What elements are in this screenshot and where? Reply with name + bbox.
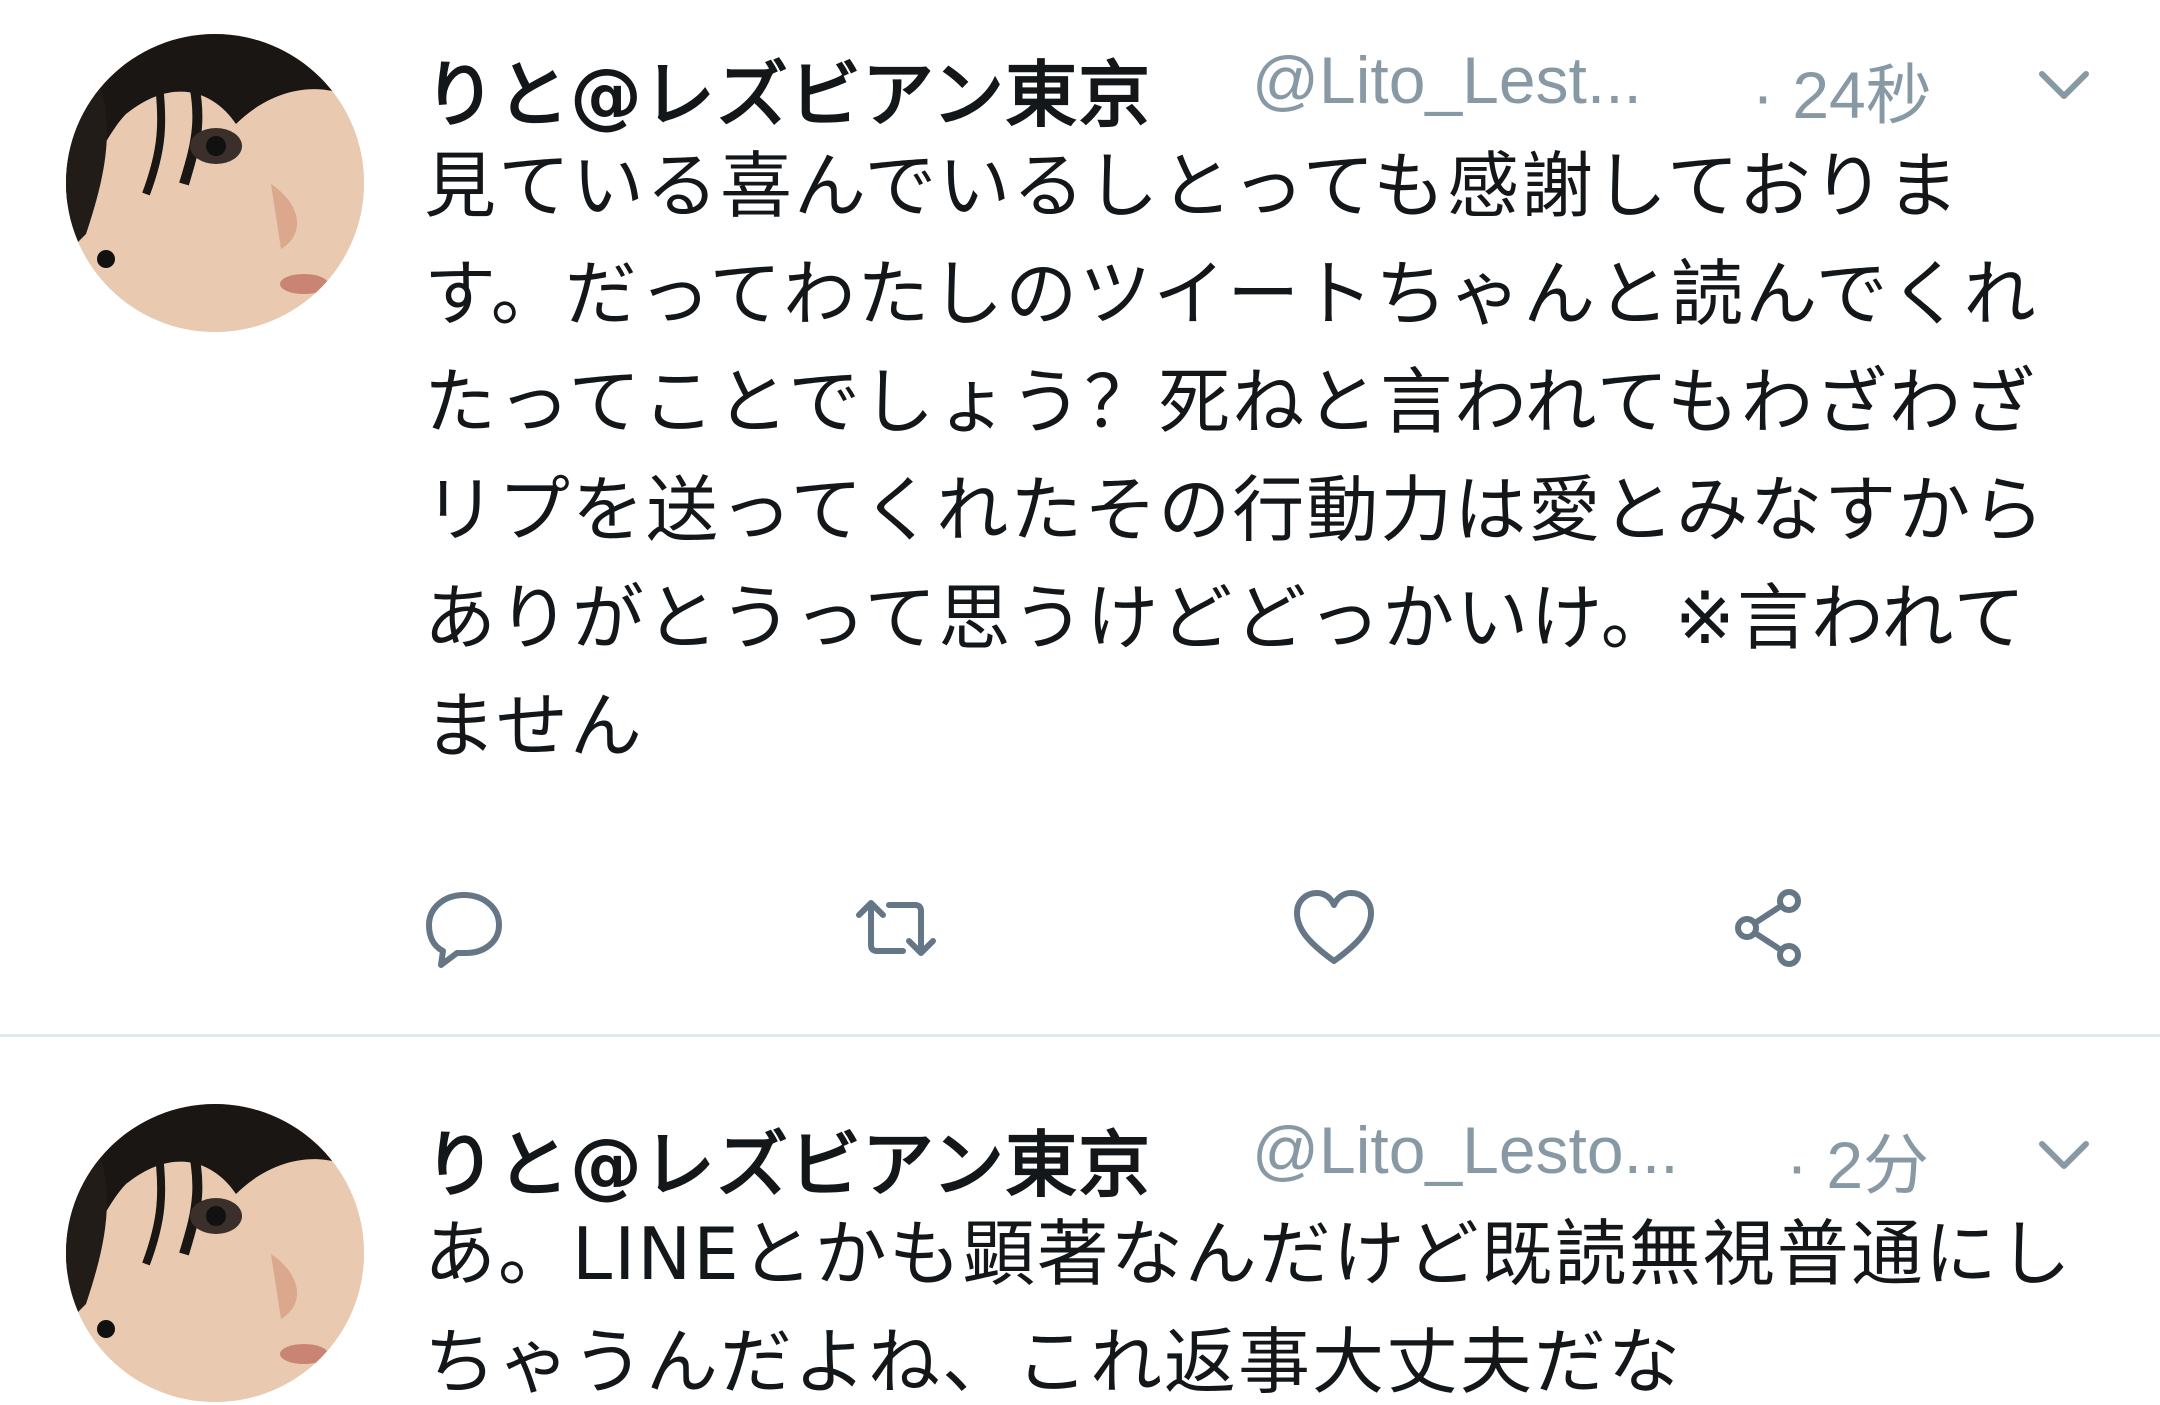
avatar[interactable]: [66, 34, 364, 332]
tweet-text: 見ている喜んでいるしとっても感謝しております。だってわたしのツイートちゃんと読ん…: [424, 144, 2047, 768]
avatar[interactable]: [66, 1104, 364, 1402]
retweet-icon: [856, 900, 936, 956]
reply-button[interactable]: [414, 878, 514, 978]
avatar-image: [66, 1104, 364, 1402]
display-name[interactable]: りと@レズビアン東京: [424, 36, 1151, 141]
heart-icon: [1294, 890, 1374, 964]
avatar-image: [66, 34, 364, 332]
share-button[interactable]: [1720, 878, 1820, 978]
like-button[interactable]: [1284, 878, 1384, 978]
tweet[interactable]: りと@レズビアン東京 @Lito_Lesto... · 2分 あ。LINEとかも…: [0, 1038, 2160, 1405]
retweet-button[interactable]: [846, 878, 946, 978]
tweet-divider: [0, 1034, 2160, 1037]
tweet-actions: [424, 878, 1924, 978]
reply-icon: [426, 892, 502, 968]
user-handle[interactable]: @Lito_Lesto...: [1252, 1112, 1679, 1188]
share-icon: [1735, 889, 1801, 967]
tweet-header: りと@レズビアン東京 @Lito_Lest... · 24秒: [424, 30, 2120, 137]
user-handle[interactable]: @Lito_Lest...: [1252, 42, 1642, 118]
timestamp[interactable]: · 2分: [1786, 1112, 1929, 1208]
tweet-text: あ。LINEとかも顕著なんだけど既読無視普通にしちゃうんだよね、これ返事大丈夫だ…: [424, 1212, 2073, 1404]
timestamp[interactable]: · 24秒: [1752, 42, 1932, 138]
display-name[interactable]: りと@レズビアン東京: [424, 1106, 1151, 1211]
chevron-down-icon[interactable]: [2032, 52, 2096, 116]
tweet-header: りと@レズビアン東京 @Lito_Lesto... · 2分: [424, 1100, 2120, 1207]
chevron-down-icon[interactable]: [2032, 1122, 2096, 1186]
tweet[interactable]: りと@レズビアン東京 @Lito_Lest... · 24秒 見ている喜んでいる…: [0, 0, 2160, 1036]
